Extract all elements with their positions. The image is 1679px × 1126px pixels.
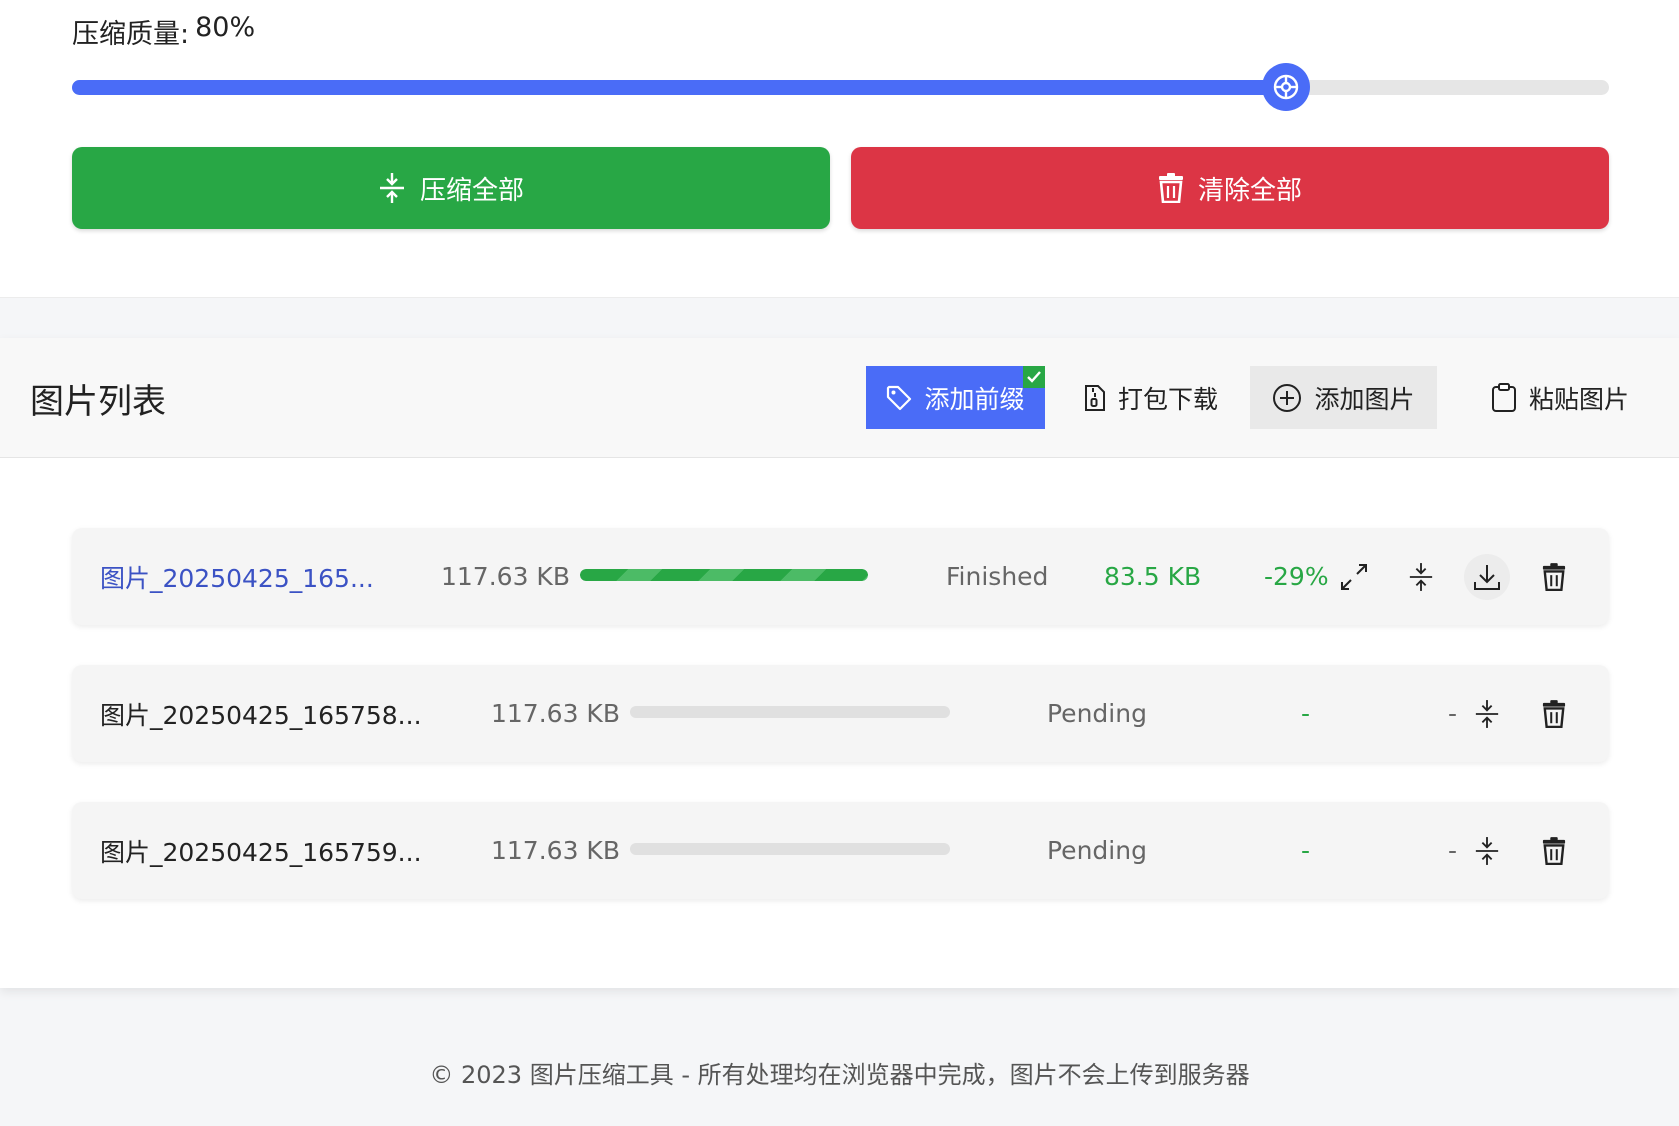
- file-status: Pending: [1047, 699, 1147, 728]
- file-original-size: 117.63 KB: [491, 836, 620, 865]
- compression-progress-bar: [580, 569, 868, 581]
- preview-expand-icon[interactable]: [1331, 528, 1377, 625]
- file-name-link[interactable]: 图片_20250425_165...: [100, 528, 374, 625]
- compression-progress-fill: [580, 569, 868, 581]
- compress-icon[interactable]: [1398, 528, 1444, 625]
- zip-file-icon: [1084, 384, 1105, 411]
- check-icon: [1023, 366, 1045, 388]
- zip-download-label: 打包下载: [1117, 384, 1218, 414]
- clipboard-icon: [1491, 382, 1516, 412]
- file-name: 图片_20250425_165758...: [100, 700, 422, 730]
- file-row: 图片_20250425_165758... 117.63 KB Pending …: [72, 665, 1609, 762]
- compress-all-label: 压缩全部: [419, 175, 524, 206]
- file-status: Finished: [946, 562, 1049, 591]
- add-image-button[interactable]: 添加图片: [1250, 366, 1437, 429]
- delete-icon[interactable]: [1531, 528, 1577, 625]
- delete-icon[interactable]: [1531, 802, 1577, 899]
- file-status: Pending: [1047, 836, 1147, 865]
- compression-ratio: -29%: [1264, 562, 1329, 591]
- footer-text: © 2023 图片压缩工具 - 所有处理均在浏览器中完成，图片不会上传到服务器: [429, 1061, 1250, 1089]
- file-compressed-size: -: [1301, 836, 1311, 865]
- compress-all-button[interactable]: 压缩全部: [72, 147, 830, 229]
- file-compressed-size: 83.5 KB: [1104, 562, 1202, 591]
- quality-label: 压缩质量: 80%: [72, 12, 255, 51]
- compress-icon: [379, 173, 404, 203]
- quality-value: 80%: [195, 12, 256, 43]
- image-list-panel: 图片列表 添加前缀 打包下载 添加图片 粘贴图片 图片_20250425_165…: [0, 338, 1679, 988]
- quality-slider-fill: [72, 80, 1287, 95]
- quality-slider-thumb[interactable]: [1262, 63, 1311, 111]
- plus-circle-icon: [1273, 383, 1302, 412]
- compress-icon[interactable]: [1464, 802, 1510, 899]
- clear-all-label: 清除全部: [1197, 175, 1302, 206]
- file-original-size: 117.63 KB: [491, 699, 620, 728]
- delete-icon[interactable]: [1531, 665, 1577, 762]
- file-row: 图片_20250425_165... 117.63 KB Finished 83…: [72, 528, 1609, 625]
- add-image-label: 添加图片: [1314, 384, 1415, 414]
- compression-ratio: -: [1448, 836, 1458, 865]
- compression-progress-bar: [630, 706, 950, 718]
- tag-icon: [887, 385, 912, 410]
- image-list-title: 图片列表: [30, 382, 166, 422]
- add-prefix-label: 添加前缀: [924, 384, 1025, 414]
- compression-settings-panel: 压缩质量: 80% 压缩全部 清除全部: [0, 0, 1679, 298]
- download-icon[interactable]: [1464, 554, 1510, 600]
- file-row: 图片_20250425_165759... 117.63 KB Pending …: [72, 802, 1609, 899]
- image-list-header: 图片列表 添加前缀 打包下载 添加图片 粘贴图片: [0, 338, 1679, 458]
- quality-label-text: 压缩质量:: [72, 19, 190, 50]
- file-original-size: 117.63 KB: [441, 562, 570, 591]
- file-compressed-size: -: [1301, 699, 1311, 728]
- compress-icon[interactable]: [1464, 665, 1510, 762]
- add-prefix-button[interactable]: 添加前缀: [866, 366, 1045, 429]
- trash-icon: [1158, 173, 1183, 203]
- compression-progress-bar: [630, 843, 950, 855]
- quality-slider[interactable]: [72, 63, 1609, 111]
- zip-download-button[interactable]: 打包下载: [1076, 366, 1226, 429]
- clear-all-button[interactable]: 清除全部: [851, 147, 1609, 229]
- compression-ratio: -: [1448, 699, 1458, 728]
- paste-image-button[interactable]: 粘贴图片: [1470, 366, 1650, 429]
- slider-thumb-icon: [1274, 74, 1299, 100]
- file-name: 图片_20250425_165759...: [100, 837, 422, 867]
- paste-image-label: 粘贴图片: [1528, 384, 1629, 414]
